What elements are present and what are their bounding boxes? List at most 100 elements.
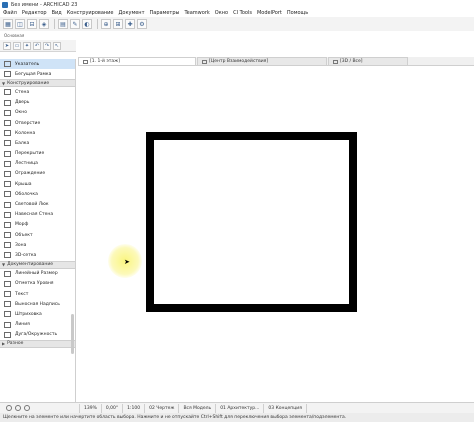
toolbox-item[interactable]: Навесная Стена — [0, 210, 75, 220]
toolbox-item[interactable]: Штриховка — [0, 309, 75, 319]
toolbox-item[interactable]: Отверстие — [0, 118, 75, 128]
grid-button[interactable]: ⊞ — [113, 19, 123, 29]
toolbox-item[interactable]: Выносная Надпись — [0, 299, 75, 309]
menu-options[interactable]: Параметры — [150, 10, 180, 16]
tab-hub[interactable]: [Центр Взаимодействия] — [197, 57, 327, 65]
toolbox-item-label: Балка — [15, 140, 30, 146]
toolbox-item-pointer[interactable]: Указатель — [0, 59, 75, 70]
tab-floor-plan[interactable]: [1. 1-й этаж] — [78, 57, 196, 65]
menu-file[interactable]: Файл — [3, 10, 17, 16]
menu-view[interactable]: Вид — [52, 10, 62, 16]
model-view-selector[interactable]: Вся Модель — [179, 403, 217, 413]
toolbox-item[interactable]: Зона — [0, 240, 75, 250]
menu-ci-tools[interactable]: CI Tools — [233, 10, 252, 16]
navigation-bar: 139% 0,00° 1:100 02 Чертеж Вся Модель 01… — [0, 402, 474, 413]
toolbox-item[interactable]: Колонна — [0, 128, 75, 138]
toolbox-item-marquee[interactable]: Бегущая Рамка — [0, 69, 75, 79]
toolbox-item[interactable]: Лестница — [0, 159, 75, 169]
pointer-mode-button[interactable]: ➤ — [3, 41, 11, 50]
guide-button[interactable]: ✚ — [125, 19, 135, 29]
selection-mode-button[interactable]: ▭ — [13, 41, 21, 50]
tab-label: [3D / Все] — [340, 59, 363, 64]
toolbox-item-label: Крыша — [15, 181, 32, 187]
toolbar-divider — [54, 19, 55, 29]
tool-icon — [4, 99, 11, 106]
hub-icon — [202, 59, 207, 64]
toolbox-item[interactable]: Линия — [0, 320, 75, 330]
concept-selector[interactable]: 03 Концепция — [264, 403, 307, 413]
toolbox-item-label: Дверь — [15, 100, 30, 106]
3d-view-button[interactable]: ◈ — [39, 19, 49, 29]
pointer-button[interactable]: ↖ — [53, 41, 61, 50]
wall-rectangle[interactable] — [146, 132, 357, 312]
toolbox-item[interactable]: Окно — [0, 108, 75, 118]
section-title: Документирование — [7, 262, 54, 268]
architecture-layer-selector[interactable]: 01 Архитектур... — [216, 403, 265, 413]
toolbox-item[interactable]: Морф — [0, 220, 75, 230]
snap-button[interactable]: ⊕ — [101, 19, 111, 29]
drawing-canvas[interactable]: ➤ — [78, 66, 474, 400]
menu-modelport[interactable]: ModelPort — [257, 10, 282, 16]
tab-3d[interactable]: [3D / Все] — [328, 57, 408, 65]
floor-plan-icon — [83, 59, 88, 64]
tool-icon — [4, 270, 11, 277]
section-document-header[interactable]: ▼ Документирование — [0, 260, 75, 269]
render-button[interactable]: ◐ — [82, 19, 92, 29]
toolbox-item[interactable]: Перекрытие — [0, 149, 75, 159]
toolbox-item-label: Штриховка — [15, 311, 42, 317]
layer-combination-selector[interactable]: 02 Чертеж — [145, 403, 180, 413]
rotation-angle[interactable]: 0,00° — [102, 403, 124, 413]
menu-design[interactable]: Конструирование — [67, 10, 114, 16]
toolbox-item[interactable]: Стена — [0, 87, 75, 97]
toolbox-item[interactable]: Балка — [0, 138, 75, 148]
marquee-icon — [4, 71, 11, 78]
menu-teamwork[interactable]: Teamwork — [184, 10, 209, 16]
toolbox-scrollbar[interactable] — [71, 314, 74, 354]
toolbox-item-label: Лестница — [15, 161, 38, 167]
toolbox-item-label: Ограждение — [15, 171, 46, 177]
tool-icon — [4, 150, 11, 157]
mouse-cursor-icon: ➤ — [124, 258, 130, 266]
toolbar-divider — [97, 19, 98, 29]
magic-wand-button[interactable]: ✦ — [23, 41, 31, 50]
toolbox-item[interactable]: Объект — [0, 230, 75, 240]
toolbox-item-label: Колонна — [15, 130, 36, 136]
menu-edit[interactable]: Редактор — [22, 10, 47, 16]
toolbox-item-label: Линейный Размер — [15, 271, 58, 277]
zoom-level[interactable]: 139% — [80, 403, 102, 413]
toolbox-item[interactable]: 3D-сетка — [0, 250, 75, 260]
tool-icon — [4, 130, 11, 137]
menu-document[interactable]: Документ — [119, 10, 145, 16]
tool-icon — [4, 211, 11, 218]
elevation-view-button[interactable]: ⊟ — [27, 19, 37, 29]
toolbox-item[interactable]: Ограждение — [0, 169, 75, 179]
scale-selector[interactable]: 1:100 — [123, 403, 146, 413]
tool-icon — [4, 321, 11, 328]
toolbox-item[interactable]: Дуга/Окружность — [0, 330, 75, 340]
layer-button[interactable]: ▤ — [58, 19, 68, 29]
toolbox-item-label: Отметка Уровня — [15, 281, 54, 287]
undo-button[interactable]: ↶ — [33, 41, 41, 50]
section-view-button[interactable]: ◫ — [15, 19, 25, 29]
pan-icon[interactable] — [15, 405, 21, 411]
toolbox-item[interactable]: Линейный Размер — [0, 269, 75, 279]
menu-help[interactable]: Помощь — [287, 10, 308, 16]
redo-button[interactable]: ↷ — [43, 41, 51, 50]
toolbox-item[interactable]: Крыша — [0, 179, 75, 189]
section-design-header[interactable]: ▼ Конструирование — [0, 79, 75, 88]
section-title: Конструирование — [7, 80, 50, 86]
toolbox-item-label: Выносная Надпись — [15, 301, 60, 307]
toolbox-item[interactable]: Оболочка — [0, 189, 75, 199]
menu-window[interactable]: Окно — [215, 10, 228, 16]
floor-plan-view-button[interactable]: ▦ — [3, 19, 13, 29]
pen-set-button[interactable]: ✎ — [70, 19, 80, 29]
settings-button[interactable]: ⚙ — [137, 19, 147, 29]
toolbox-item[interactable]: Световой Люк — [0, 199, 75, 209]
section-more-header[interactable]: ▶ Разное — [0, 339, 75, 348]
toolbox-item[interactable]: Дверь — [0, 98, 75, 108]
fit-icon[interactable] — [24, 405, 30, 411]
toolbox-item[interactable]: Отметка Уровня — [0, 279, 75, 289]
toolbox-item[interactable]: Текст — [0, 289, 75, 299]
zoom-icon[interactable] — [6, 405, 12, 411]
toolbox-item-label: Дуга/Окружность — [15, 332, 58, 338]
